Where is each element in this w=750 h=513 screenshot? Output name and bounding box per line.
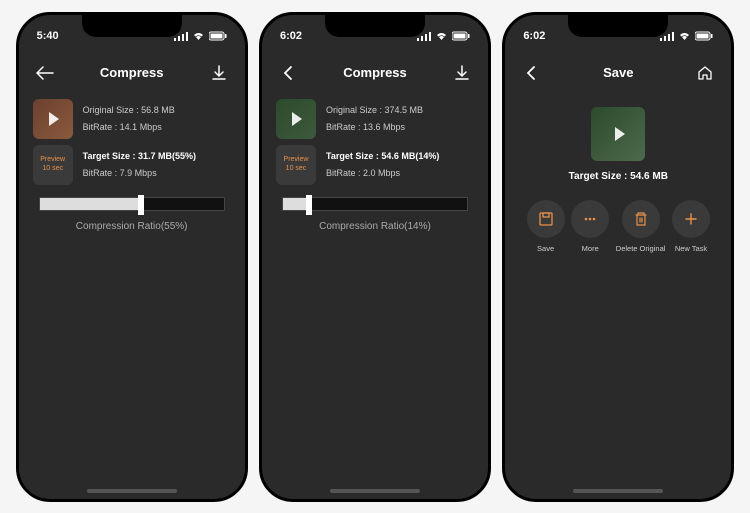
- target-size-label: Target Size : 54.6 MB: [519, 171, 717, 182]
- new-task-button[interactable]: New Task: [672, 200, 710, 253]
- phone-screen-1: 5:40 Compress Original Size : 56.8 MB Bi…: [16, 12, 248, 502]
- play-icon: [615, 127, 625, 141]
- content: Original Size : 374.5 MB BitRate : 13.6 …: [262, 93, 488, 499]
- preview-thumbnail[interactable]: Preview 10 sec: [33, 145, 73, 185]
- trash-icon: [632, 210, 650, 228]
- preview-time: 10 sec: [42, 165, 63, 173]
- status-time: 6:02: [523, 30, 545, 42]
- back-button[interactable]: [35, 63, 55, 83]
- page-title: Save: [603, 65, 633, 80]
- notch: [568, 15, 668, 37]
- status-right: [174, 31, 227, 41]
- home-button[interactable]: [695, 63, 715, 83]
- action-label: Delete Original: [616, 244, 666, 253]
- result-thumbnail[interactable]: [591, 107, 645, 161]
- battery-icon: [695, 31, 713, 41]
- more-button[interactable]: More: [571, 200, 609, 253]
- home-indicator[interactable]: [87, 489, 177, 493]
- notch: [325, 15, 425, 37]
- status-time: 5:40: [37, 30, 59, 42]
- download-button[interactable]: [209, 63, 229, 83]
- preview-thumbnail[interactable]: Preview 10 sec: [276, 145, 316, 185]
- plus-icon: [682, 210, 700, 228]
- save-icon: [537, 210, 555, 228]
- nav-bar: Compress: [19, 53, 245, 93]
- nav-bar: Compress: [262, 53, 488, 93]
- preview-time: 10 sec: [286, 165, 307, 173]
- status-right: [417, 31, 470, 41]
- target-info: Target Size : 54.6 MB(14%) BitRate : 2.0…: [326, 148, 439, 180]
- more-icon: [581, 210, 599, 228]
- preview-label: Preview: [40, 156, 65, 164]
- play-icon: [49, 112, 59, 126]
- content: Target Size : 54.6 MB Save More Delete O…: [505, 93, 731, 499]
- battery-icon: [209, 31, 227, 41]
- action-label: Save: [537, 244, 554, 253]
- preview-label: Preview: [284, 156, 309, 164]
- target-bitrate-label: BitRate : 7.9 Mbps: [83, 165, 196, 181]
- action-row: Save More Delete Original New Task: [519, 200, 717, 253]
- target-size-label: Target Size : 54.6 MB(14%): [326, 148, 439, 164]
- back-button[interactable]: [521, 63, 541, 83]
- compression-slider[interactable]: [276, 197, 474, 211]
- compression-ratio-label: Compression Ratio(14%): [276, 221, 474, 232]
- home-indicator[interactable]: [330, 489, 420, 493]
- compression-ratio-label: Compression Ratio(55%): [33, 221, 231, 232]
- original-row: Original Size : 374.5 MB BitRate : 13.6 …: [276, 99, 474, 139]
- original-thumbnail[interactable]: [276, 99, 316, 139]
- wifi-icon: [192, 31, 205, 41]
- target-row: Preview 10 sec Target Size : 31.7 MB(55%…: [33, 145, 231, 185]
- status-time: 6:02: [280, 30, 302, 42]
- home-indicator[interactable]: [573, 489, 663, 493]
- action-label: More: [582, 244, 599, 253]
- battery-icon: [452, 31, 470, 41]
- content: Original Size : 56.8 MB BitRate : 14.1 M…: [19, 93, 245, 499]
- target-bitrate-label: BitRate : 2.0 Mbps: [326, 165, 439, 181]
- play-icon: [292, 112, 302, 126]
- phone-screen-2: 6:02 Compress Original Size : 374.5 MB B…: [259, 12, 491, 502]
- phone-screen-3: 6:02 Save Target Size : 54.6 MB Save M: [502, 12, 734, 502]
- wifi-icon: [678, 31, 691, 41]
- original-size-label: Original Size : 56.8 MB: [83, 102, 175, 118]
- notch: [82, 15, 182, 37]
- target-info: Target Size : 31.7 MB(55%) BitRate : 7.9…: [83, 148, 196, 180]
- original-info: Original Size : 56.8 MB BitRate : 14.1 M…: [83, 102, 175, 134]
- original-bitrate-label: BitRate : 13.6 Mbps: [326, 119, 423, 135]
- wifi-icon: [435, 31, 448, 41]
- target-row: Preview 10 sec Target Size : 54.6 MB(14%…: [276, 145, 474, 185]
- original-thumbnail[interactable]: [33, 99, 73, 139]
- nav-bar: Save: [505, 53, 731, 93]
- page-title: Compress: [100, 65, 164, 80]
- compression-slider[interactable]: [33, 197, 231, 211]
- action-label: New Task: [675, 244, 707, 253]
- original-row: Original Size : 56.8 MB BitRate : 14.1 M…: [33, 99, 231, 139]
- page-title: Compress: [343, 65, 407, 80]
- original-info: Original Size : 374.5 MB BitRate : 13.6 …: [326, 102, 423, 134]
- original-size-label: Original Size : 374.5 MB: [326, 102, 423, 118]
- delete-original-button[interactable]: Delete Original: [616, 200, 666, 253]
- download-button[interactable]: [452, 63, 472, 83]
- target-size-label: Target Size : 31.7 MB(55%): [83, 148, 196, 164]
- original-bitrate-label: BitRate : 14.1 Mbps: [83, 119, 175, 135]
- status-right: [660, 31, 713, 41]
- back-button[interactable]: [278, 63, 298, 83]
- save-button[interactable]: Save: [527, 200, 565, 253]
